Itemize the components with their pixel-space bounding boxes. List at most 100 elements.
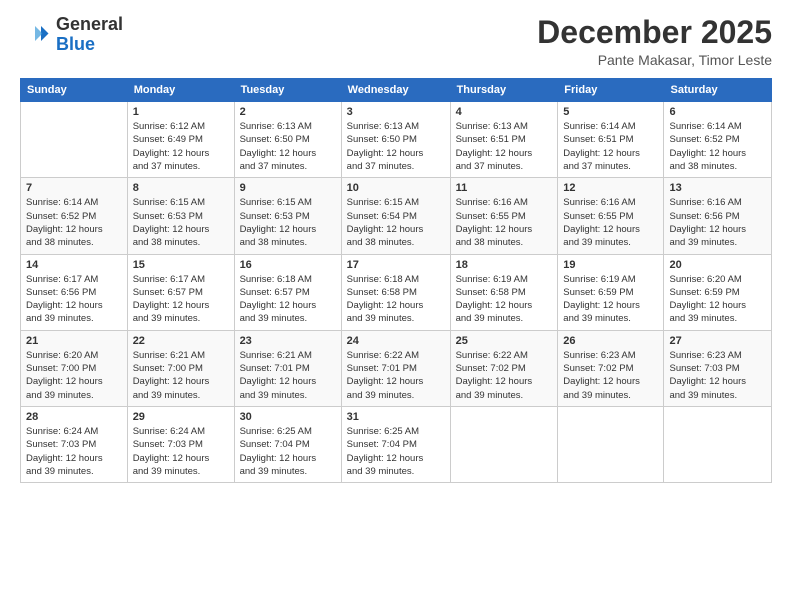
day-number: 6 [669, 106, 766, 118]
day-info: Sunrise: 6:17 AM Sunset: 6:56 PM Dayligh… [26, 273, 122, 326]
calendar-week-row: 14 Sunrise: 6:17 AM Sunset: 6:56 PM Dayli… [21, 254, 772, 330]
calendar-cell: 17 Sunrise: 6:18 AM Sunset: 6:58 PM Dayli… [341, 254, 450, 330]
day-info: Sunrise: 6:19 AM Sunset: 6:58 PM Dayligh… [456, 273, 553, 326]
day-number: 8 [133, 182, 229, 194]
day-number: 31 [347, 411, 445, 423]
calendar-week-row: 21 Sunrise: 6:20 AM Sunset: 7:00 PM Dayli… [21, 330, 772, 406]
day-number: 17 [347, 259, 445, 271]
day-number: 18 [456, 259, 553, 271]
calendar-cell: 4Sunrise: 6:13 AM Sunset: 6:51 PM Daylig… [450, 102, 558, 178]
weekday-header-saturday: Saturday [664, 79, 772, 102]
calendar-cell: 10Sunrise: 6:15 AM Sunset: 6:54 PM Dayli… [341, 178, 450, 254]
day-info: Sunrise: 6:16 AM Sunset: 6:56 PM Dayligh… [669, 196, 766, 249]
logo-general: General [56, 14, 123, 34]
day-number: 2 [240, 106, 336, 118]
day-info: Sunrise: 6:20 AM Sunset: 6:59 PM Dayligh… [669, 273, 766, 326]
day-number: 16 [240, 259, 336, 271]
calendar-cell: 31 Sunrise: 6:25 AM Sunset: 7:04 PM Dayli… [341, 406, 450, 482]
day-number: 19 [563, 259, 658, 271]
calendar-cell: 12Sunrise: 6:16 AM Sunset: 6:55 PM Dayli… [558, 178, 664, 254]
day-info: Sunrise: 6:22 AM Sunset: 7:01 PM Dayligh… [347, 349, 445, 402]
day-info: Sunrise: 6:15 AM Sunset: 6:53 PM Dayligh… [240, 196, 336, 249]
calendar-cell: 18 Sunrise: 6:19 AM Sunset: 6:58 PM Dayli… [450, 254, 558, 330]
calendar-cell: 25Sunrise: 6:22 AM Sunset: 7:02 PM Dayli… [450, 330, 558, 406]
day-number: 22 [133, 335, 229, 347]
calendar-cell: 26 Sunrise: 6:23 AM Sunset: 7:02 PM Dayli… [558, 330, 664, 406]
day-number: 14 [26, 259, 122, 271]
day-info: Sunrise: 6:13 AM Sunset: 6:51 PM Dayligh… [456, 120, 553, 173]
day-info: Sunrise: 6:18 AM Sunset: 6:58 PM Dayligh… [347, 273, 445, 326]
day-number: 27 [669, 335, 766, 347]
weekday-header-friday: Friday [558, 79, 664, 102]
day-info: Sunrise: 6:23 AM Sunset: 7:03 PM Dayligh… [669, 349, 766, 402]
day-info: Sunrise: 6:14 AM Sunset: 6:52 PM Dayligh… [26, 196, 122, 249]
calendar-cell: 29 Sunrise: 6:24 AM Sunset: 7:03 PM Dayli… [127, 406, 234, 482]
calendar-cell [450, 406, 558, 482]
day-info: Sunrise: 6:16 AM Sunset: 6:55 PM Dayligh… [456, 196, 553, 249]
day-info: Sunrise: 6:25 AM Sunset: 7:04 PM Dayligh… [347, 425, 445, 478]
weekday-header-monday: Monday [127, 79, 234, 102]
calendar-cell: 16 Sunrise: 6:18 AM Sunset: 6:57 PM Dayli… [234, 254, 341, 330]
day-info: Sunrise: 6:19 AM Sunset: 6:59 PM Dayligh… [563, 273, 658, 326]
logo: General Blue [20, 15, 123, 55]
day-info: Sunrise: 6:14 AM Sunset: 6:52 PM Dayligh… [669, 120, 766, 173]
day-info: Sunrise: 6:21 AM Sunset: 7:00 PM Dayligh… [133, 349, 229, 402]
calendar-cell: 2 Sunrise: 6:13 AM Sunset: 6:50 PM Daylig… [234, 102, 341, 178]
day-number: 9 [240, 182, 336, 194]
day-info: Sunrise: 6:22 AM Sunset: 7:02 PM Dayligh… [456, 349, 553, 402]
day-info: Sunrise: 6:12 AM Sunset: 6:49 PM Dayligh… [133, 120, 229, 173]
weekday-header-tuesday: Tuesday [234, 79, 341, 102]
calendar-cell: 23 Sunrise: 6:21 AM Sunset: 7:01 PM Dayli… [234, 330, 341, 406]
calendar-cell: 8 Sunrise: 6:15 AM Sunset: 6:53 PM Daylig… [127, 178, 234, 254]
calendar-cell: 19 Sunrise: 6:19 AM Sunset: 6:59 PM Dayli… [558, 254, 664, 330]
day-info: Sunrise: 6:15 AM Sunset: 6:53 PM Dayligh… [133, 196, 229, 249]
day-number: 3 [347, 106, 445, 118]
calendar-cell: 22 Sunrise: 6:21 AM Sunset: 7:00 PM Dayli… [127, 330, 234, 406]
day-info: Sunrise: 6:16 AM Sunset: 6:55 PM Dayligh… [563, 196, 658, 249]
calendar-cell: 27 Sunrise: 6:23 AM Sunset: 7:03 PM Dayli… [664, 330, 772, 406]
day-number: 21 [26, 335, 122, 347]
calendar-week-row: 1 Sunrise: 6:12 AM Sunset: 6:49 PM Daylig… [21, 102, 772, 178]
day-info: Sunrise: 6:14 AM Sunset: 6:51 PM Dayligh… [563, 120, 658, 173]
calendar-cell: 15Sunrise: 6:17 AM Sunset: 6:57 PM Dayli… [127, 254, 234, 330]
day-number: 26 [563, 335, 658, 347]
calendar-cell: 5Sunrise: 6:14 AM Sunset: 6:51 PM Daylig… [558, 102, 664, 178]
logo-blue: Blue [56, 34, 95, 54]
day-number: 1 [133, 106, 229, 118]
day-number: 7 [26, 182, 122, 194]
day-info: Sunrise: 6:15 AM Sunset: 6:54 PM Dayligh… [347, 196, 445, 249]
calendar-cell: 9 Sunrise: 6:15 AM Sunset: 6:53 PM Daylig… [234, 178, 341, 254]
logo-icon [20, 20, 50, 50]
title-block: December 2025 Pante Makasar, Timor Leste [537, 15, 772, 68]
calendar-cell [664, 406, 772, 482]
day-info: Sunrise: 6:21 AM Sunset: 7:01 PM Dayligh… [240, 349, 336, 402]
day-info: Sunrise: 6:13 AM Sunset: 6:50 PM Dayligh… [240, 120, 336, 173]
weekday-header-sunday: Sunday [21, 79, 128, 102]
calendar-cell [21, 102, 128, 178]
calendar-week-row: 28 Sunrise: 6:24 AM Sunset: 7:03 PM Dayli… [21, 406, 772, 482]
day-number: 13 [669, 182, 766, 194]
day-number: 23 [240, 335, 336, 347]
day-info: Sunrise: 6:18 AM Sunset: 6:57 PM Dayligh… [240, 273, 336, 326]
day-number: 29 [133, 411, 229, 423]
day-info: Sunrise: 6:17 AM Sunset: 6:57 PM Dayligh… [133, 273, 229, 326]
calendar-cell: 1 Sunrise: 6:12 AM Sunset: 6:49 PM Daylig… [127, 102, 234, 178]
calendar-cell: 13 Sunrise: 6:16 AM Sunset: 6:56 PM Dayli… [664, 178, 772, 254]
day-number: 28 [26, 411, 122, 423]
month-title: December 2025 [537, 15, 772, 50]
page-container: General Blue December 2025 Pante Makasar… [0, 0, 792, 612]
day-number: 24 [347, 335, 445, 347]
day-info: Sunrise: 6:23 AM Sunset: 7:02 PM Dayligh… [563, 349, 658, 402]
day-number: 30 [240, 411, 336, 423]
day-info: Sunrise: 6:13 AM Sunset: 6:50 PM Dayligh… [347, 120, 445, 173]
day-info: Sunrise: 6:24 AM Sunset: 7:03 PM Dayligh… [133, 425, 229, 478]
calendar-cell: 28Sunrise: 6:24 AM Sunset: 7:03 PM Dayli… [21, 406, 128, 482]
day-info: Sunrise: 6:20 AM Sunset: 7:00 PM Dayligh… [26, 349, 122, 402]
calendar-cell [558, 406, 664, 482]
calendar-cell: 24 Sunrise: 6:22 AM Sunset: 7:01 PM Dayli… [341, 330, 450, 406]
calendar-cell: 6 Sunrise: 6:14 AM Sunset: 6:52 PM Daylig… [664, 102, 772, 178]
calendar-cell: 3 Sunrise: 6:13 AM Sunset: 6:50 PM Daylig… [341, 102, 450, 178]
calendar-cell: 7 Sunrise: 6:14 AM Sunset: 6:52 PM Daylig… [21, 178, 128, 254]
day-number: 20 [669, 259, 766, 271]
header: General Blue December 2025 Pante Makasar… [20, 15, 772, 68]
